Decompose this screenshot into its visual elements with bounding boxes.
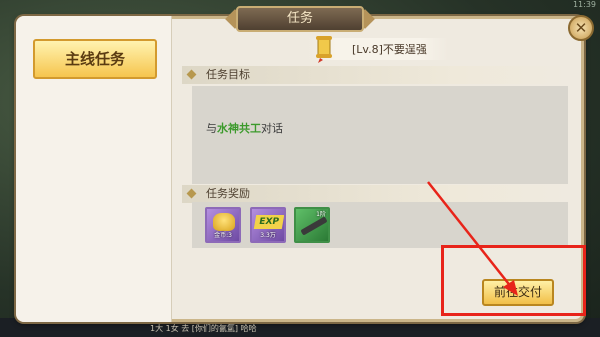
hint-highlight-box [441, 245, 586, 316]
reward-gold-item[interactable]: 金币:3 [205, 207, 241, 243]
close-button[interactable]: ✕ [568, 15, 594, 41]
goal-section-header: 任务目标 [182, 66, 572, 84]
goal-section-label: 任务目标 [206, 68, 250, 81]
goal-npc-link[interactable]: 水神共工 [217, 122, 261, 135]
reward-box [192, 202, 568, 248]
main-quest-tab[interactable]: 主线任务 [33, 39, 157, 79]
reward-weapon-item[interactable]: 1阶 [294, 207, 330, 243]
reward-section-header: 任务奖励 [182, 185, 572, 203]
diamond-icon [186, 69, 197, 80]
exp-icon: EXP [253, 215, 284, 229]
status-time: 11:39 [572, 0, 596, 9]
reward-exp-qty: 3.3万 [260, 232, 276, 239]
goal-prefix: 与 [206, 122, 217, 135]
quest-scroll-icon [316, 36, 332, 63]
quest-title: [Lv.8]不要逞强 [352, 43, 427, 56]
gold-coins-icon [213, 213, 235, 231]
goal-suffix: 对话 [261, 122, 283, 135]
weapon-icon [300, 216, 328, 236]
window-title: 任务 [236, 6, 364, 32]
reward-gold-qty: 金币:3 [214, 232, 232, 239]
reward-section-label: 任务奖励 [206, 187, 250, 200]
reward-exp-item[interactable]: EXP 3.3万 [250, 207, 286, 243]
chat-message: 1大 1女 去 [你们的氤氲] 哈哈 [150, 324, 257, 333]
goal-text: 与水神共工对话 [206, 120, 283, 138]
reward-weapon-level: 1阶 [316, 211, 326, 218]
diamond-icon [186, 188, 197, 199]
